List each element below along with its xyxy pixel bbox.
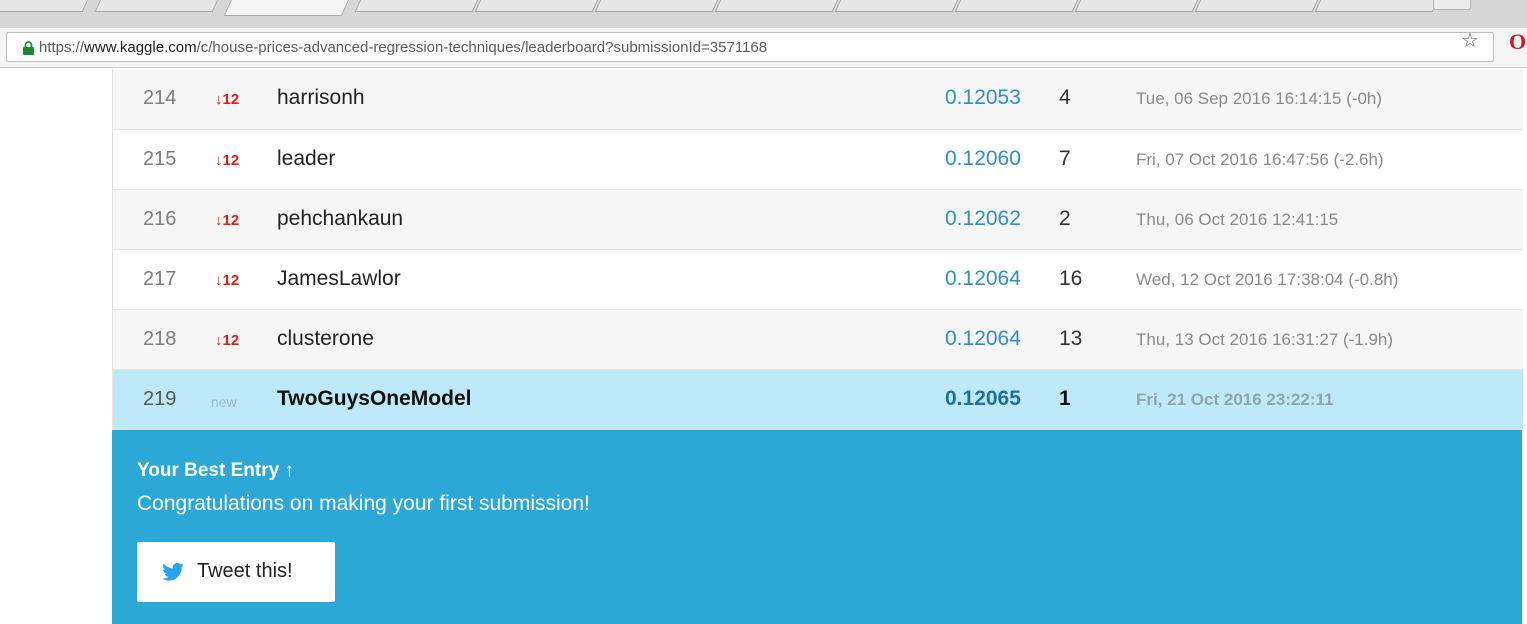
rank: 217 (143, 268, 177, 290)
lock-icon (23, 41, 34, 55)
rank-change: ↓12 (215, 332, 240, 349)
browser-tab[interactable] (714, 0, 844, 12)
leaderboard-table: 214 ↓12 harrisonh 0.12053 4 Tue, 06 Sep … (112, 69, 1523, 430)
tweet-button-label: Tweet this! (197, 560, 293, 582)
twitter-icon (162, 563, 184, 581)
last-submission: Wed, 12 Oct 2016 17:38:04 (-0.8h) (1136, 270, 1399, 289)
rank: 218 (143, 328, 177, 350)
url-scheme: https:// (39, 39, 85, 56)
rank-change: ↓12 (215, 212, 240, 229)
score: 0.12064 (945, 267, 1021, 290)
table-row-current-user: 219 new TwoGuysOneModel 0.12065 1 Fri, 2… (113, 370, 1523, 430)
table-row: 218 ↓12 clusterone 0.12064 13 Thu, 13 Oc… (113, 310, 1523, 370)
team-name[interactable]: clusterone (277, 327, 374, 351)
entries-count: 4 (1059, 86, 1071, 109)
last-submission: Thu, 06 Oct 2016 12:41:15 (1136, 210, 1339, 229)
browser-tab-strip (0, 0, 1527, 28)
browser-tab[interactable] (954, 0, 1084, 12)
browser-tab[interactable] (94, 0, 224, 12)
browser-tab[interactable] (1314, 0, 1444, 12)
browser-tab[interactable] (1074, 0, 1204, 12)
table-row: 217 ↓12 JamesLawlor 0.12064 16 Wed, 12 O… (113, 250, 1523, 310)
browser-tab[interactable] (1194, 0, 1324, 12)
browser-tab[interactable] (594, 0, 724, 12)
score: 0.12060 (945, 147, 1021, 170)
entries-count: 2 (1059, 207, 1071, 230)
score: 0.12062 (945, 207, 1021, 230)
browser-tab[interactable] (354, 0, 484, 12)
browser-tab-active[interactable] (223, 0, 355, 16)
star-icon[interactable]: ☆ (1461, 31, 1479, 51)
table-row: 214 ↓12 harrisonh 0.12053 4 Tue, 06 Sep … (113, 69, 1523, 130)
best-entry-panel: Your Best Entry ↑ Congratulations on mak… (112, 430, 1522, 624)
entries-count: 13 (1059, 327, 1083, 350)
rank: 216 (143, 208, 177, 230)
rank-change: ↓12 (215, 152, 240, 169)
team-name[interactable]: pehchankaun (277, 207, 403, 231)
entries-count: 7 (1059, 147, 1071, 170)
entries-count: 16 (1059, 267, 1083, 290)
score: 0.12065 (945, 387, 1021, 410)
table-row: 216 ↓12 pehchankaun 0.12062 2 Thu, 06 Oc… (113, 190, 1523, 250)
rank-change: new (211, 394, 237, 410)
table-row: 215 ↓12 leader 0.12060 7 Fri, 07 Oct 201… (113, 130, 1523, 190)
rank: 215 (143, 148, 177, 170)
browser-toolbar: https://www.kaggle.com/c/house-prices-ad… (0, 28, 1527, 68)
address-bar[interactable]: https://www.kaggle.com/c/house-prices-ad… (6, 32, 1494, 62)
best-entry-title: Your Best Entry ↑ (137, 460, 294, 481)
last-submission: Tue, 06 Sep 2016 16:14:15 (-0h) (1136, 89, 1383, 108)
score: 0.12053 (945, 86, 1021, 109)
opera-icon[interactable]: O (1509, 30, 1526, 54)
best-entry-message: Congratulations on making your first sub… (137, 492, 590, 515)
new-tab-button[interactable] (1433, 0, 1471, 10)
team-name[interactable]: leader (277, 147, 335, 171)
tweet-button[interactable]: Tweet this! (137, 542, 335, 602)
last-submission: Thu, 13 Oct 2016 16:31:27 (-1.9h) (1136, 330, 1394, 349)
browser-tab[interactable] (834, 0, 964, 12)
last-submission: Fri, 21 Oct 2016 23:22:11 (1136, 390, 1334, 409)
url-text[interactable]: https://www.kaggle.com/c/house-prices-ad… (39, 39, 767, 56)
rank: 219 (143, 388, 177, 410)
team-name[interactable]: JamesLawlor (277, 267, 401, 291)
browser-tab[interactable] (474, 0, 604, 12)
rank: 214 (143, 87, 177, 109)
score: 0.12064 (945, 327, 1021, 350)
entries-count: 1 (1059, 387, 1071, 410)
browser-tab[interactable] (0, 0, 94, 12)
rank-change: ↓12 (215, 91, 240, 108)
team-name[interactable]: TwoGuysOneModel (277, 387, 471, 411)
team-name[interactable]: harrisonh (277, 86, 365, 110)
url-path: /c/house-prices-advanced-regression-tech… (196, 39, 768, 56)
last-submission: Fri, 07 Oct 2016 16:47:56 (-2.6h) (1136, 150, 1384, 169)
url-host: www.kaggle.com (84, 39, 197, 56)
rank-change: ↓12 (215, 272, 240, 289)
